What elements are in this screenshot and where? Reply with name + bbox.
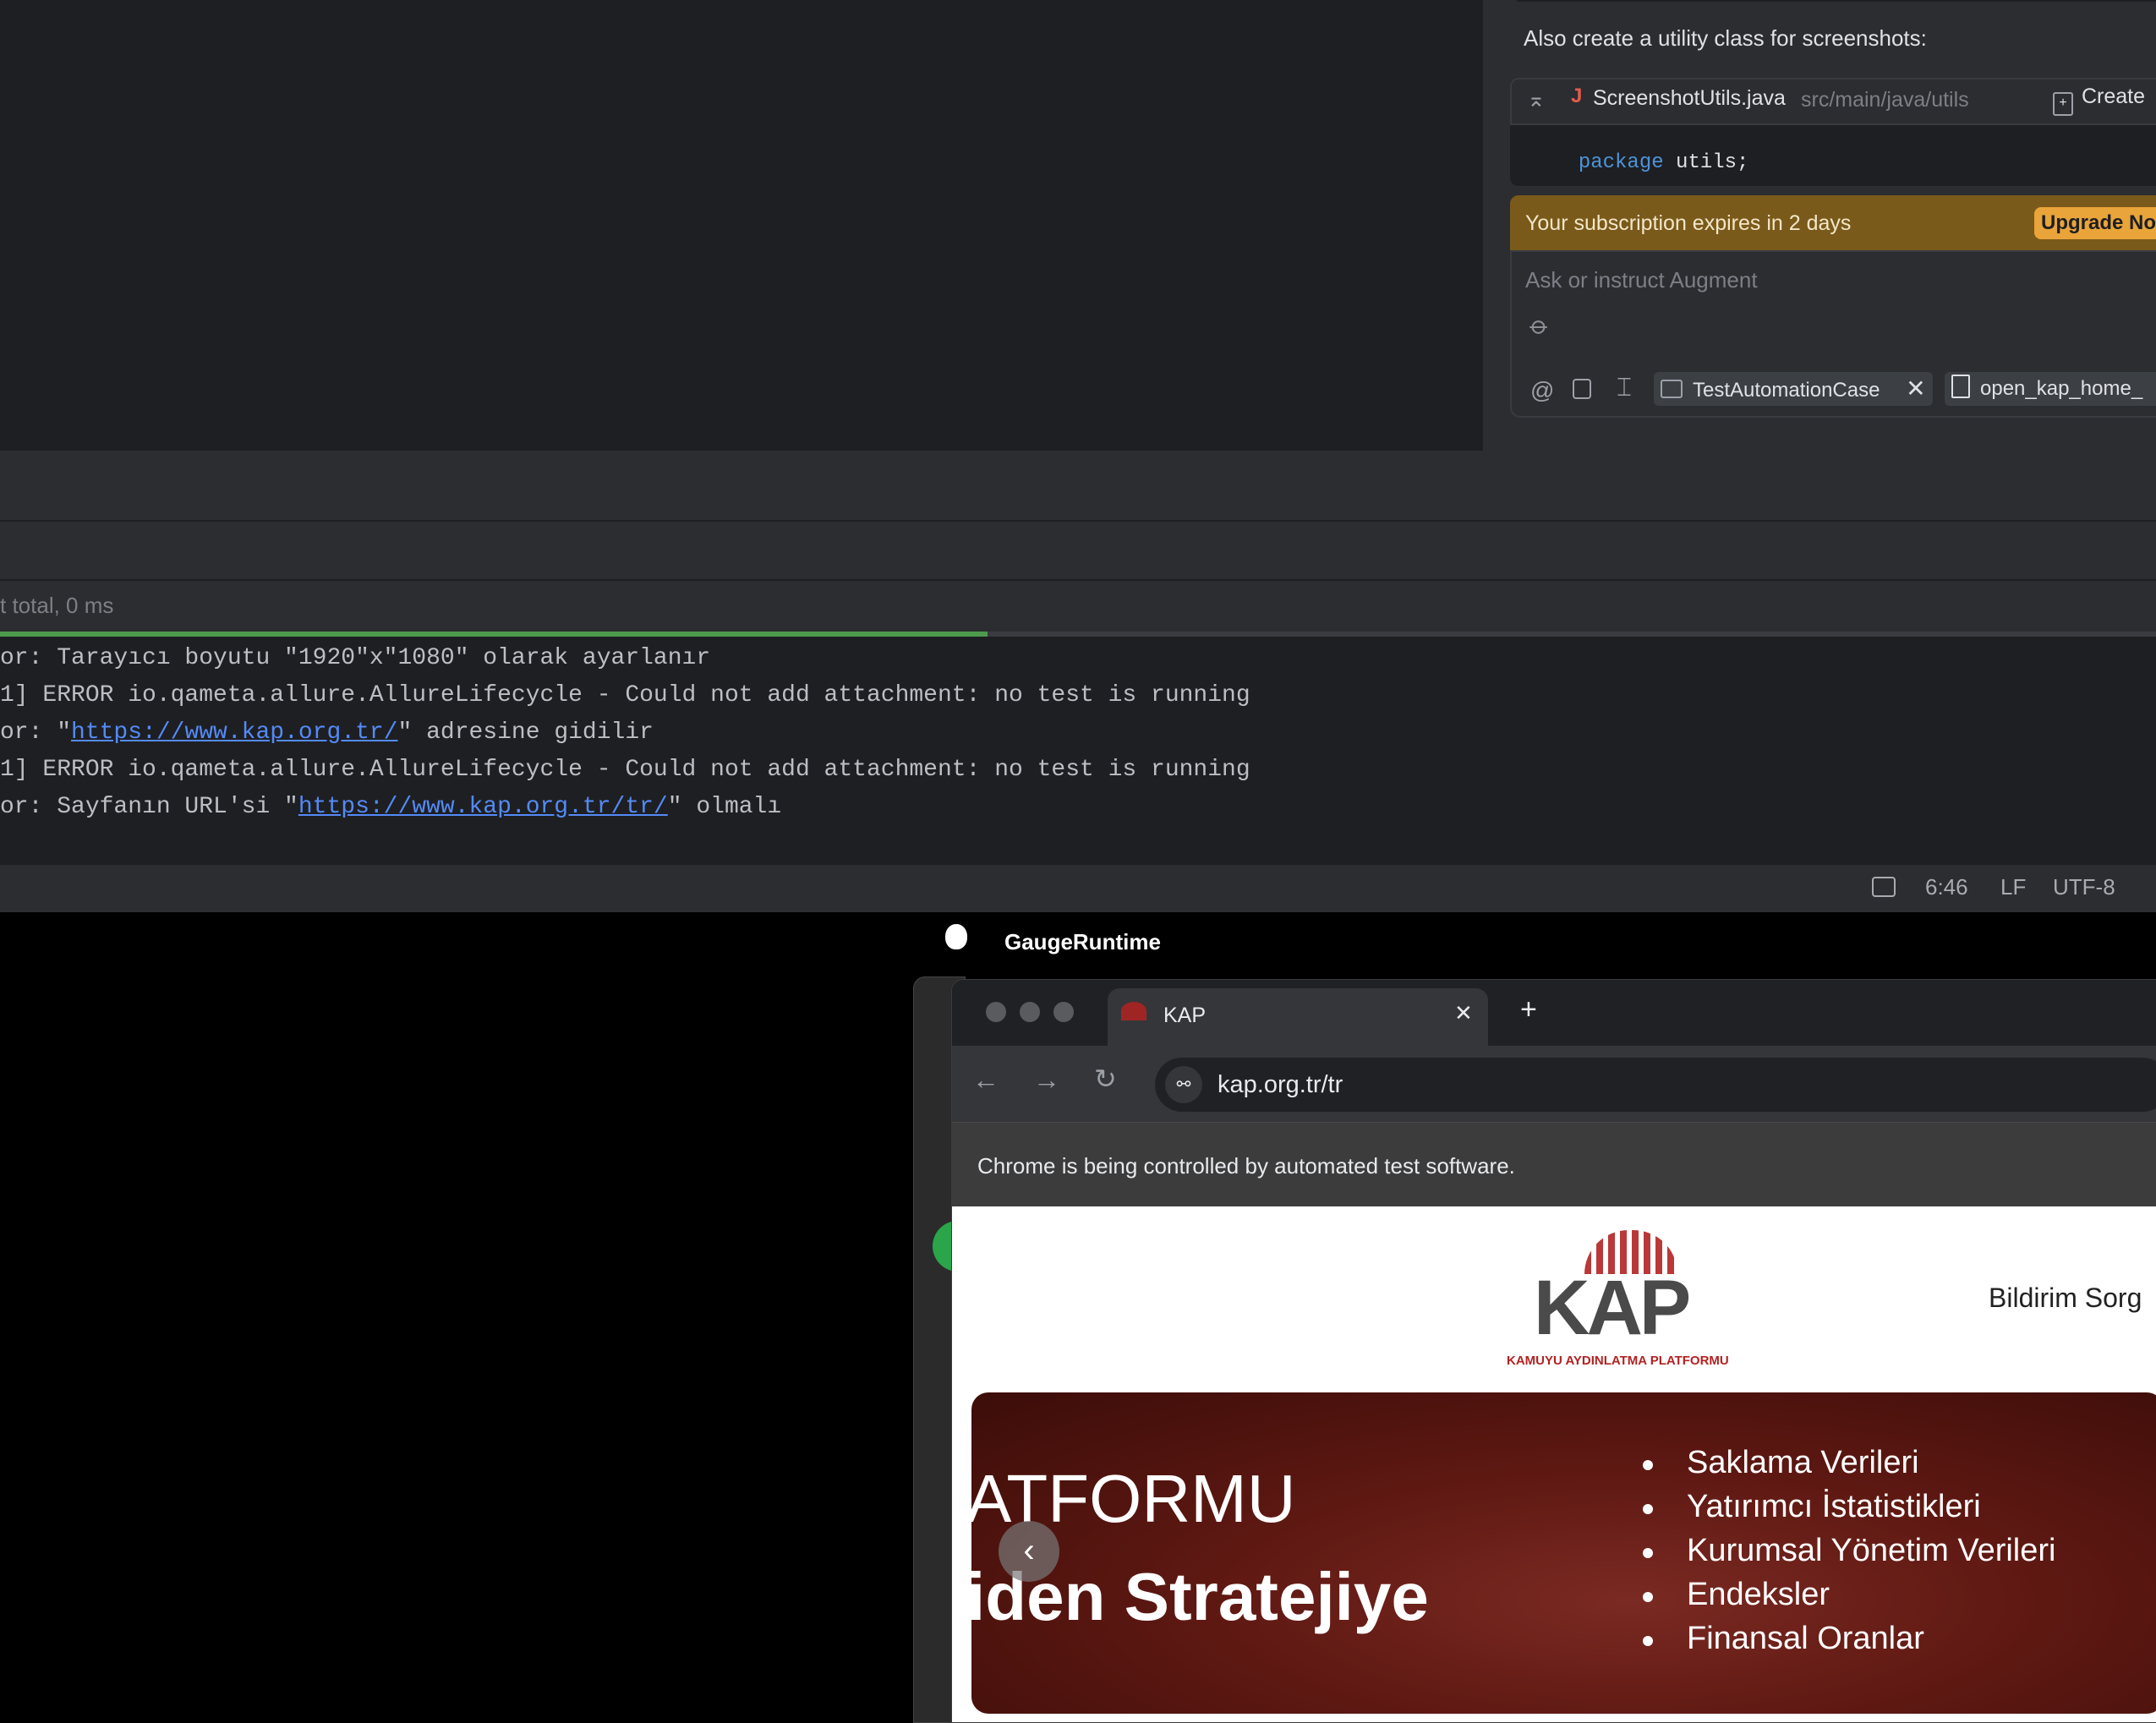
console-url-link[interactable]: https://www.kap.org.tr/ — [71, 719, 397, 746]
tab-strip: KAP ✕ + — [952, 980, 2156, 1046]
console-url-link[interactable]: https://www.kap.org.tr/tr/ — [298, 794, 668, 820]
create-label: Create — [2082, 85, 2146, 108]
infobar-text: Chrome is being controlled by automated … — [977, 1153, 1515, 1179]
url-text[interactable]: kap.org.tr/tr — [1218, 1071, 1343, 1099]
hero-list-item: Saklama Verileri — [1687, 1445, 1919, 1480]
console-output[interactable]: or: Tarayıcı boyutu "1920"x"1080" olarak… — [0, 637, 2156, 863]
file-icon — [1951, 375, 1970, 398]
automation-infobar: Chrome is being controlled by automated … — [952, 1122, 2156, 1207]
apple-icon[interactable] — [945, 924, 967, 949]
file-path: src/main/java/utils — [1801, 88, 1969, 112]
bullet-icon — [1643, 1548, 1653, 1558]
create-file-button[interactable]: + Create — [2053, 85, 2145, 116]
test-summary-text: t total, 0 ms — [0, 593, 114, 618]
console-line: or: "https://www.kap.org.tr/" adresine g… — [0, 719, 654, 746]
context-chip-label: TestAutomationCase — [1693, 379, 1880, 402]
minimize-window-button[interactable] — [1020, 1002, 1040, 1022]
hero-list-item: Yatırımcı İstatistikleri — [1687, 1489, 1981, 1524]
context-chip-label: open_kap_home_ — [1980, 377, 2143, 400]
carousel-prev-button[interactable]: ‹ — [999, 1521, 1059, 1582]
hero-list-item: Kurumsal Yönetim Verileri — [1687, 1533, 2056, 1568]
reload-icon[interactable]: ↻ — [1094, 1063, 1117, 1095]
run-toolbar — [0, 522, 2156, 581]
context-chip-folder[interactable]: TestAutomationCase ✕ — [1654, 372, 1933, 406]
remove-chip-icon[interactable]: ✕ — [1906, 375, 1925, 402]
bullet-icon — [1643, 1592, 1653, 1602]
test-summary: t total, 0 ms — [0, 581, 2156, 632]
code-keyword: package — [1578, 151, 1664, 174]
close-tab-icon[interactable]: ✕ — [1454, 1000, 1473, 1026]
previous-code-block — [1517, 0, 2156, 2]
site-settings-icon[interactable]: ⚯ — [1165, 1066, 1202, 1103]
kap-favicon — [1121, 1002, 1146, 1020]
kap-logo[interactable]: KAP KAMUYU AYDINLATMA PLATFORMU — [1507, 1230, 1729, 1368]
hero-list-item: Endeksler — [1687, 1577, 1830, 1612]
upgrade-button[interactable]: Upgrade No — [2034, 207, 2156, 239]
folder-icon — [1661, 380, 1683, 398]
bullet-icon — [1643, 1504, 1653, 1514]
context-chip-file[interactable]: open_kap_home_ — [1945, 372, 2156, 406]
address-bar[interactable]: ⚯ kap.org.tr/tr — [1155, 1058, 2156, 1112]
image-icon[interactable] — [1573, 379, 1591, 399]
close-window-button[interactable] — [986, 1002, 1006, 1022]
line-ending[interactable]: LF — [2000, 874, 2026, 900]
code-line: package utils; — [1554, 129, 1749, 174]
logo-text: KAP — [1534, 1265, 1691, 1351]
hero-list-item: Finansal Oranlar — [1687, 1621, 1924, 1656]
nav-link-bildirim-sorgu[interactable]: Bildirim Sorg — [1989, 1283, 2142, 1314]
browser-tab[interactable]: KAP ✕ — [1108, 988, 1488, 1046]
bullet-icon — [1643, 1636, 1653, 1646]
subscription-text: Your subscription expires in 2 days — [1525, 211, 1852, 235]
code-text: utils; — [1663, 151, 1749, 174]
cursor-icon[interactable]: ⌶ — [1617, 374, 1632, 402]
code-editor[interactable] — [0, 0, 1483, 451]
forward-arrow-icon[interactable]: → — [1033, 1064, 1060, 1096]
bullet-icon — [1643, 1460, 1653, 1470]
tab-title: KAP — [1163, 1004, 1207, 1027]
new-tab-icon[interactable]: + — [1520, 993, 1537, 1026]
active-app-name[interactable]: GaugeRuntime — [1004, 929, 1161, 955]
mention-icon[interactable]: @ — [1530, 377, 1554, 404]
collapse-icon[interactable]: ⌅ — [1527, 86, 1546, 112]
java-file-icon: J — [1571, 85, 1583, 107]
browser-window: KAP ✕ + ← → ↻ ⚯ kap.org.tr/tr Chrome is … — [951, 979, 2156, 1723]
hero-banner: ATFORMU iden Stratejiye ‹ Saklama Verile… — [971, 1392, 2156, 1714]
status-bar — [0, 863, 2156, 914]
new-file-icon: + — [2053, 92, 2073, 116]
file-name: ScreenshotUtils.java — [1593, 86, 1786, 110]
console-line: 1] ERROR io.qameta.allure.AllureLifecycl… — [0, 682, 1250, 708]
console-line: or: Tarayıcı boyutu "1920"x"1080" olarak… — [0, 645, 711, 671]
caret-position[interactable]: 6:46 — [1925, 874, 1968, 900]
tool-window-header — [0, 451, 2156, 522]
assistant-message: Also create a utility class for screensh… — [1524, 25, 1927, 51]
back-arrow-icon[interactable]: ← — [972, 1064, 999, 1096]
logo-subtitle: KAMUYU AYDINLATMA PLATFORMU — [1507, 1354, 1729, 1368]
macos-menubar: GaugeRuntime — [0, 912, 2156, 975]
status-indicator-icon[interactable] — [1872, 877, 1896, 897]
console-line: or: Sayfanın URL'si "https://www.kap.org… — [0, 794, 782, 820]
zoom-window-button[interactable] — [1053, 1002, 1074, 1022]
console-line: 1] ERROR io.qameta.allure.AllureLifecycl… — [0, 757, 1250, 783]
chat-input-placeholder[interactable]: Ask or instruct Augment — [1525, 267, 1758, 293]
file-encoding[interactable]: UTF-8 — [2053, 874, 2115, 900]
